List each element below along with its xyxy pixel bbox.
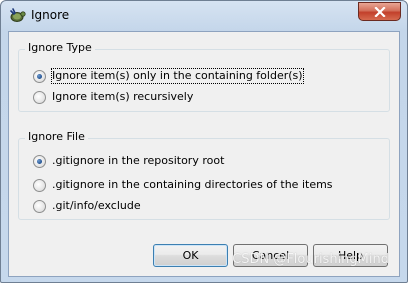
radio-label[interactable]: .gitignore in the containing directories… xyxy=(52,178,333,192)
radio-label[interactable]: Ignore item(s) only in the containing fo… xyxy=(51,68,304,84)
title-bar[interactable]: Ignore xyxy=(1,1,407,31)
radio-button[interactable] xyxy=(33,90,46,104)
close-button[interactable] xyxy=(358,2,401,21)
ignore-type-group: Ignore Type Ignore item(s) only in the c… xyxy=(18,41,390,112)
radio-label[interactable]: .gitignore in the repository root xyxy=(52,154,224,168)
radio-gitignore-containing-dirs[interactable]: .gitignore in the containing directories… xyxy=(33,178,333,192)
radio-git-info-exclude[interactable]: .git/info/exclude xyxy=(33,199,141,213)
radio-ignore-recursively[interactable]: Ignore item(s) recursively xyxy=(33,90,193,104)
radio-ignore-containing-folder[interactable]: Ignore item(s) only in the containing fo… xyxy=(33,68,304,84)
radio-gitignore-repo-root[interactable]: .gitignore in the repository root xyxy=(33,154,224,168)
cancel-button[interactable]: Cancel xyxy=(233,244,308,267)
window-title: Ignore xyxy=(31,8,70,22)
dialog-content: Ignore Type Ignore item(s) only in the c… xyxy=(8,31,400,277)
radio-button[interactable] xyxy=(33,178,46,192)
radio-button[interactable] xyxy=(33,69,46,83)
help-button[interactable]: Help xyxy=(313,244,388,267)
tortoise-icon xyxy=(8,7,26,24)
radio-label[interactable]: Ignore item(s) recursively xyxy=(52,90,193,104)
close-icon xyxy=(373,6,386,17)
ignore-file-title: Ignore File xyxy=(25,130,88,144)
radio-label[interactable]: .git/info/exclude xyxy=(52,199,141,213)
ignore-dialog: Ignore Ignore Type Ignore item(s) only i… xyxy=(0,0,408,283)
radio-button[interactable] xyxy=(33,199,46,213)
radio-button[interactable] xyxy=(33,154,46,168)
ignore-file-group: Ignore File .gitignore in the repository… xyxy=(18,130,390,220)
ignore-type-title: Ignore Type xyxy=(25,41,95,55)
ok-button[interactable]: OK xyxy=(153,244,228,267)
